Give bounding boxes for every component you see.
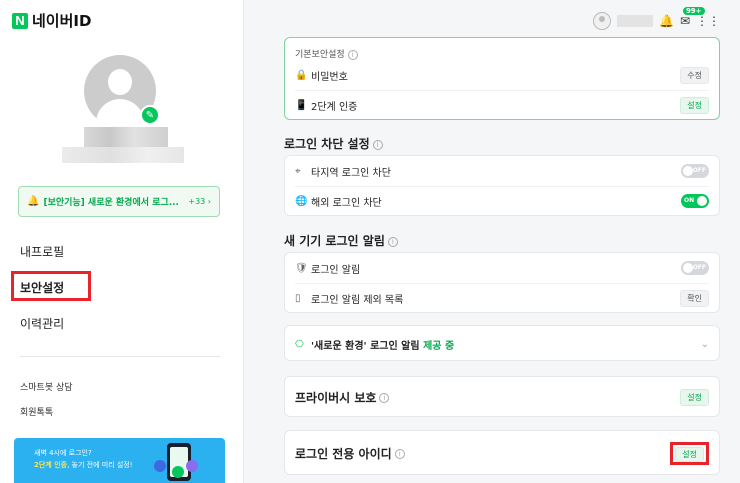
password-row: 🔒 비밀번호 수정 <box>285 60 719 90</box>
location-pin-icon: ⌖ <box>295 165 301 177</box>
globe-icon: 🌐 <box>295 195 308 207</box>
blurred-username <box>616 15 653 27</box>
edit-pencil-icon[interactable]: ✎ <box>140 105 160 125</box>
login-alert-label: 로그인 알림 <box>311 264 361 276</box>
two-factor-label: 2단계 인증 <box>311 101 358 113</box>
alert-text: [보안기능] 새로운 환경에서 로그... <box>43 198 179 208</box>
nav-label: 내프로필 <box>20 245 65 259</box>
login-only-id-row: 로그인 전용 아이디 i 설정 <box>285 438 719 468</box>
info-icon[interactable]: i <box>387 236 398 247</box>
user-avatar-icon[interactable] <box>592 12 611 30</box>
region-block-label: 타지역 로그인 차단 <box>311 167 391 179</box>
info-icon[interactable]: i <box>394 449 405 459</box>
login-only-id-setup-button[interactable]: 설정 <box>675 446 704 462</box>
chevron-down-icon[interactable]: ⌄ <box>701 339 709 350</box>
banner-line2: 2단계 인증, 놓기 전에 미리 설정! <box>34 461 133 469</box>
profile-avatar[interactable]: ✎ <box>84 55 160 127</box>
security-alert-box[interactable]: 🔔 [보안기능] 새로운 환경에서 로그... +33 › <box>18 186 220 217</box>
naver-id-logo[interactable]: N 네이버ID <box>12 10 91 31</box>
privacy-card: 프라이버시 보호 i 설정 <box>284 376 720 417</box>
password-edit-button[interactable]: 수정 <box>680 66 709 84</box>
login-only-id-label: 로그인 전용 아이디 i <box>295 445 670 462</box>
overseas-block-row: 🌐 해외 로그인 차단 ON <box>285 186 719 216</box>
nav-item-profile[interactable]: 내프로필 <box>20 243 64 260</box>
banner-line1: 새벽 4시에 로그인? <box>34 449 92 457</box>
alert-count: +33 › <box>188 197 211 206</box>
overseas-block-label: 해외 로그인 차단 <box>311 197 382 209</box>
sidebar-divider <box>20 356 220 357</box>
blurred-name <box>84 127 168 147</box>
bell-icon: 🔔 <box>27 196 40 207</box>
device-network-icon: ⎔ <box>295 338 304 350</box>
bell-badge-icon <box>154 460 166 472</box>
nav-item-history[interactable]: 이력관리 <box>20 315 64 332</box>
new-env-status: 제공 중 <box>423 340 455 352</box>
login-alert-row: 🛡 로그인 알림 OFF <box>285 253 719 283</box>
privacy-row: 프라이버시 보호 i 설정 <box>285 382 719 412</box>
talktalk-link[interactable]: 회원톡톡 <box>20 405 53 418</box>
nav-label: 이력관리 <box>20 317 65 331</box>
new-device-card: 🛡 로그인 알림 OFF ▯ 로그인 알림 제외 목록 확인 <box>284 252 720 313</box>
alert-exclude-check-button[interactable]: 확인 <box>680 289 709 307</box>
new-env-label: '새로운 환경' 로그인 알림 제공 중 <box>311 340 455 352</box>
two-factor-row: 📱 2단계 인증 설정 <box>285 90 719 120</box>
privacy-setup-button[interactable]: 설정 <box>680 388 709 406</box>
sidebar: N 네이버ID ✎ 🔔 [보안기능] 새로운 환경에서 로그... +33 › … <box>0 0 244 483</box>
login-only-id-card: 로그인 전용 아이디 i 설정 <box>284 430 720 475</box>
alert-exclude-label: 로그인 알림 제외 목록 <box>311 294 404 306</box>
login-block-title: 로그인 차단 설정 i <box>284 135 383 152</box>
new-env-card[interactable]: ⎔ '새로운 환경' 로그인 알림 제공 중 ⌄ <box>284 325 720 361</box>
active-highlight-box <box>11 271 91 301</box>
notification-bell-icon[interactable]: 🔔 <box>659 14 674 28</box>
login-alert-toggle[interactable]: OFF <box>681 261 709 275</box>
naver-n-icon: N <box>12 12 28 29</box>
basic-security-title: 기본보안설정 i <box>295 47 358 60</box>
mail-icon[interactable]: ✉ 99+ <box>680 7 705 28</box>
alert-exclude-row: ▯ 로그인 알림 제외 목록 확인 <box>285 283 719 313</box>
logo-text: 네이버ID <box>32 12 92 30</box>
info-icon[interactable]: i <box>372 139 383 150</box>
check-badge-icon <box>172 466 184 478</box>
apps-grid-icon[interactable]: ⋮⋮ <box>696 14 720 28</box>
new-env-row: ⎔ '새로운 환경' 로그인 알림 제공 중 ⌄ <box>285 329 719 359</box>
new-device-title: 새 기기 로그인 알림 i <box>284 232 398 249</box>
password-label: 비밀번호 <box>311 71 348 83</box>
region-block-row: ⌖ 타지역 로그인 차단 OFF <box>285 156 719 186</box>
info-icon[interactable]: i <box>379 393 390 403</box>
mobile-icon: ▯ <box>295 292 301 304</box>
shield-badge-icon <box>186 460 198 472</box>
two-factor-setup-button[interactable]: 설정 <box>680 96 709 114</box>
two-factor-banner[interactable]: 새벽 4시에 로그인? 2단계 인증, 놓기 전에 미리 설정! <box>14 438 225 483</box>
login-block-card: ⌖ 타지역 로그인 차단 OFF 🌐 해외 로그인 차단 ON <box>284 155 720 216</box>
blurred-email <box>62 147 184 163</box>
privacy-label: 프라이버시 보호 i <box>295 389 680 406</box>
phone-check-icon: 📱 <box>295 99 308 111</box>
region-block-toggle[interactable]: OFF <box>681 164 709 178</box>
setup-highlight-box: 설정 <box>670 441 709 465</box>
shield-alert-icon: 🛡 <box>295 262 308 274</box>
basic-security-card: 기본보안설정 i 🔒 비밀번호 수정 📱 2단계 인증 설정 <box>284 37 720 120</box>
overseas-block-toggle[interactable]: ON <box>681 194 709 208</box>
top-bar: 🔔 ✉ 99+ ⋮⋮ <box>592 7 720 30</box>
info-icon[interactable]: i <box>347 49 358 60</box>
lock-icon: 🔒 <box>295 69 308 81</box>
smartbot-link[interactable]: 스마트봇 상담 <box>20 380 73 393</box>
